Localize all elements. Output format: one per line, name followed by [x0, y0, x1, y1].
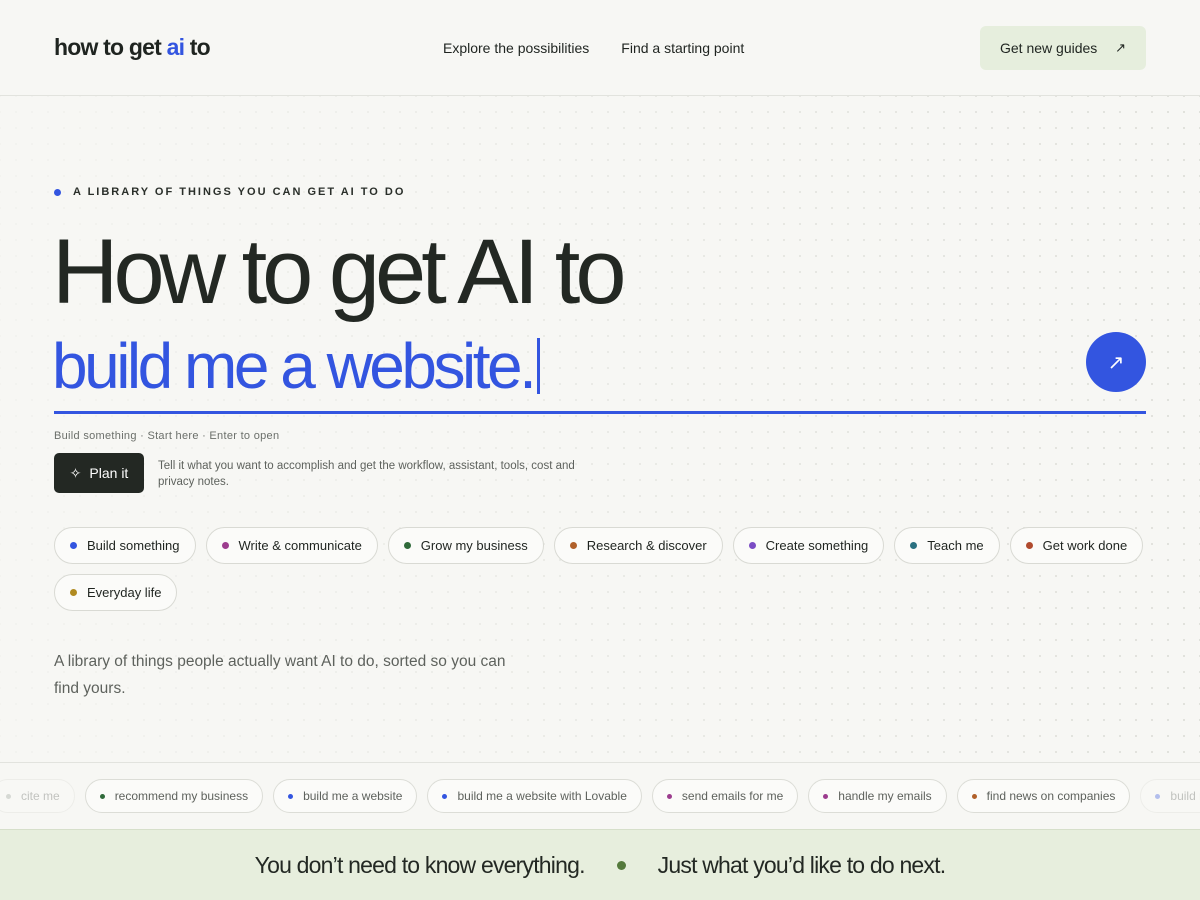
- category-dot-icon: [569, 542, 577, 549]
- category-chip[interactable]: Everyday life: [54, 574, 178, 611]
- category-dot-icon: [403, 542, 411, 549]
- plan-it-button[interactable]: ✧ Plan it: [54, 453, 144, 493]
- example-chip[interactable]: build me a website: [273, 779, 418, 813]
- sparkle-icon: ✧: [69, 464, 82, 481]
- band-text-left: You don’t need to know everything.: [254, 851, 586, 878]
- marquee-track: cite me recommend my business build me a w…: [0, 779, 1200, 813]
- category-chip[interactable]: Get work done: [1009, 527, 1144, 564]
- example-chip-label: find news on companies: [986, 789, 1116, 803]
- site-header: how to get ai to Explore the possibiliti…: [0, 0, 1200, 96]
- get-new-guides-button[interactable]: Get new guides ↗: [980, 26, 1146, 70]
- message-band: You don’t need to know everything. Just …: [0, 829, 1200, 900]
- category-dot-icon: [910, 542, 918, 549]
- example-chip[interactable]: build me a website with Lovable: [427, 779, 642, 813]
- example-chip-label: build me a website with Lovable: [457, 789, 627, 803]
- nav-link-starting-point[interactable]: Find a starting point: [621, 40, 744, 56]
- band-separator-dot: [616, 860, 626, 870]
- plan-it-label: Plan it: [89, 465, 129, 481]
- example-chip-label: handle my emails: [838, 789, 932, 803]
- arrow-up-right-icon: ↗: [1115, 40, 1126, 55]
- example-chip-label: recommend my business: [114, 789, 249, 803]
- category-dot-icon: [70, 542, 77, 549]
- eyebrow-text: A library of things you can get AI to do: [73, 186, 406, 198]
- prompt-input[interactable]: build me a website.: [52, 330, 541, 402]
- category-chip[interactable]: Research & discover: [553, 527, 723, 564]
- category-chip-label: Build something: [87, 538, 180, 553]
- page-title: How to get AI to: [52, 221, 626, 323]
- main-nav: Explore the possibilities Find a startin…: [443, 40, 744, 56]
- logo-text-end: to: [184, 34, 211, 60]
- category-chip[interactable]: Build something: [54, 527, 196, 564]
- example-dot-icon: [823, 793, 829, 799]
- example-chip-label: send emails for me: [681, 789, 784, 803]
- logo-accent: ai: [166, 34, 185, 60]
- category-chip[interactable]: Teach me: [894, 527, 1000, 564]
- eyebrow-dot: [54, 188, 61, 196]
- category-chip-label: Get work done: [1042, 538, 1128, 553]
- band-text-right: Just what you’d like to do next.: [657, 851, 946, 878]
- prompt-hint: Build something · Start here · Enter to …: [54, 430, 280, 442]
- category-dot-icon: [1025, 542, 1033, 549]
- text-caret: [537, 338, 541, 394]
- example-chip[interactable]: handle my emails: [808, 779, 947, 813]
- category-chip-label: Write & communicate: [238, 538, 362, 553]
- tagline: A library of things people actually want…: [54, 653, 506, 697]
- category-dot-icon: [70, 589, 77, 596]
- category-chip-label: Create something: [765, 538, 869, 553]
- category-chip-label: Research & discover: [586, 538, 707, 553]
- prompt-underline: [54, 411, 1146, 414]
- example-dot-icon: [1155, 793, 1161, 799]
- example-chip[interactable]: cite me: [0, 779, 75, 813]
- category-chip[interactable]: Grow my business: [387, 527, 544, 564]
- logo-text-start: how to get: [54, 34, 167, 60]
- example-chip[interactable]: recommend my business: [84, 779, 264, 813]
- category-chip[interactable]: Create something: [732, 527, 885, 564]
- example-dot-icon: [99, 793, 105, 799]
- example-chip[interactable]: find news on companies: [956, 779, 1131, 813]
- category-chip-label: Everyday life: [87, 585, 162, 600]
- example-marquee: cite me recommend my business build me a w…: [0, 762, 1200, 829]
- example-dot-icon: [666, 793, 672, 799]
- category-chip[interactable]: Write & communicate: [205, 527, 378, 564]
- page: how to get ai to Explore the possibiliti…: [0, 0, 1200, 900]
- category-chip-label: Grow my business: [420, 538, 528, 553]
- category-chip-label: Teach me: [927, 538, 984, 553]
- plan-description: Tell it what you want to accomplish and …: [158, 460, 575, 488]
- example-chip[interactable]: send emails for me: [651, 779, 799, 813]
- logo[interactable]: how to get ai to: [54, 34, 211, 61]
- example-dot-icon: [6, 793, 11, 799]
- example-chip-label: build me a w: [1170, 789, 1200, 803]
- eyebrow: A library of things you can get AI to do: [54, 186, 405, 198]
- example-dot-icon: [971, 793, 977, 799]
- example-dot-icon: [288, 793, 294, 799]
- category-dot-icon: [221, 542, 229, 549]
- arrow-up-right-icon: ↗: [1107, 351, 1125, 374]
- example-chip[interactable]: build me a w: [1140, 779, 1200, 813]
- category-chips: Build something Write & communicate Grow m…: [54, 527, 1146, 611]
- prompt-input-text: build me a website.: [52, 330, 537, 402]
- go-button[interactable]: ↗: [1086, 332, 1146, 392]
- example-chip-label: cite me: [21, 789, 60, 803]
- example-chip-label: build me a website: [303, 789, 403, 803]
- get-new-guides-label: Get new guides: [1000, 40, 1098, 56]
- example-dot-icon: [442, 793, 448, 799]
- nav-link-explore[interactable]: Explore the possibilities: [443, 40, 589, 56]
- category-dot-icon: [748, 542, 756, 549]
